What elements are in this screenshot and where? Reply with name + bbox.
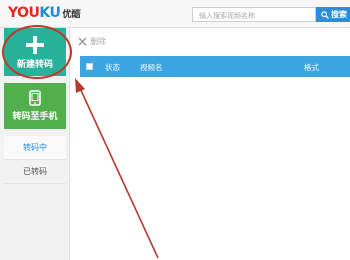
plus-icon — [26, 35, 44, 54]
new-transcode-label: 新建转码 — [16, 59, 53, 70]
new-transcode-button[interactable]: 新建转码 — [4, 28, 66, 76]
column-header-status: 状态 — [105, 63, 120, 72]
sidebar: 新建转码 转码至手机 转码中 已转码 — [0, 28, 70, 260]
sidebar-item-transcoded[interactable]: 已转码 — [4, 160, 66, 184]
search-input[interactable]: 输入搜索视频名称 — [192, 7, 316, 22]
delete-button[interactable]: 删除 — [78, 34, 106, 48]
column-header-format: 格式 — [304, 63, 319, 72]
delete-label: 删除 — [90, 36, 106, 46]
transcode-to-phone-label: 转码至手机 — [12, 112, 58, 122]
top-bar: YOUKU 优酷 输入搜索视频名称 搜索 — [0, 0, 350, 28]
sidebar-item-transcoding[interactable]: 转码中 — [4, 136, 66, 160]
menu-chevron-icon[interactable] — [72, 8, 82, 18]
select-all-checkbox[interactable] — [86, 63, 93, 70]
transcode-to-phone-button[interactable]: 转码至手机 — [4, 83, 66, 129]
youku-logo: YOUKU 优酷 — [8, 5, 81, 21]
close-icon — [78, 36, 87, 46]
table-header: 状态 视频名 格式 — [80, 56, 350, 77]
search-icon — [321, 10, 329, 19]
column-header-video-name: 视频名 — [140, 63, 163, 72]
phone-icon — [29, 90, 41, 106]
search-button[interactable]: 搜索 — [316, 7, 350, 22]
search-button-label: 搜索 — [331, 10, 347, 19]
